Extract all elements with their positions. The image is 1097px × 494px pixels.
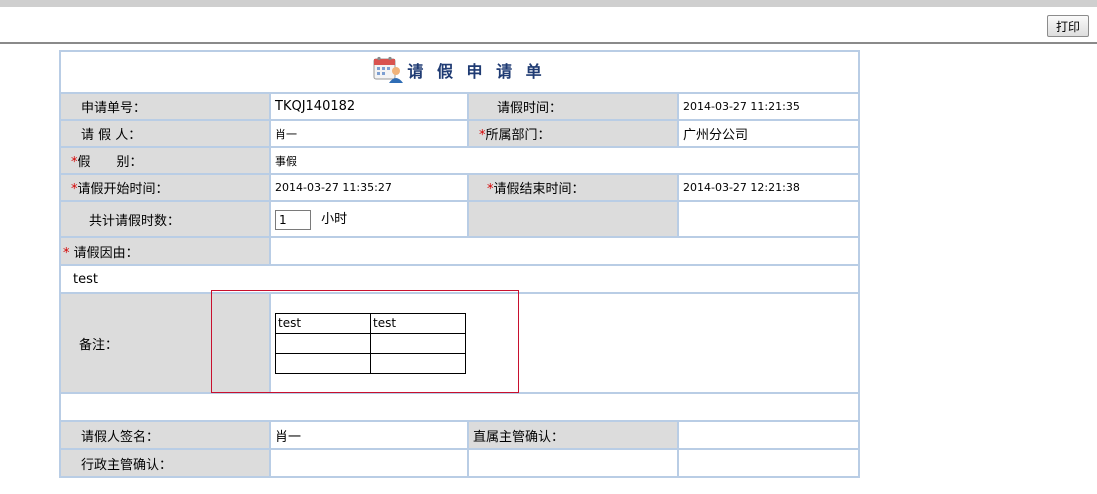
print-button[interactable]: 打印	[1047, 15, 1089, 37]
spacer-row	[58, 392, 861, 422]
table-cell[interactable]	[275, 332, 371, 354]
total-hours-input[interactable]: 1	[275, 209, 311, 230]
leave-type-value: 事假	[268, 146, 861, 175]
remarks-table: test test	[275, 312, 466, 374]
leave-time-value: 2014-03-27 11:21:35	[676, 92, 861, 121]
blank-cell	[467, 448, 679, 478]
table-row	[275, 332, 466, 354]
reason-label: 请假因由：	[69, 245, 139, 261]
department-label-cell: *所属部门：	[467, 119, 679, 148]
department-label: 所属部门：	[485, 128, 551, 143]
admin-confirm-value	[269, 448, 469, 478]
supervisor-confirm-value	[676, 420, 861, 450]
table-cell[interactable]	[275, 352, 371, 374]
application-no-label: 申请单号：	[59, 92, 271, 121]
application-no-value: TKQJ140182	[269, 92, 469, 121]
applicant-signature-label: 请假人签名：	[59, 420, 271, 450]
table-cell[interactable]: test	[370, 312, 466, 334]
table-cell[interactable]	[370, 332, 466, 354]
reason-value: test	[58, 264, 861, 294]
total-hours-label: 共计请假时数：	[59, 200, 271, 238]
table-row	[275, 352, 466, 374]
hours-unit: 小时	[321, 212, 348, 228]
start-time-label: 请假开始时间：	[77, 182, 169, 197]
department-value: 广州分公司	[676, 119, 861, 148]
total-hours-cell: 1 小时	[269, 200, 469, 238]
leave-time-label: 请假时间：	[467, 92, 679, 121]
end-time-label-cell: *请假结束时间：	[467, 173, 679, 202]
start-time-value: 2014-03-27 11:35:27	[269, 173, 469, 202]
reason-label-cell: * 请假因由：	[59, 236, 271, 266]
end-time-value: 2014-03-27 12:21:38	[676, 173, 861, 202]
applicant-value: 肖一	[269, 119, 469, 148]
form-title: 请 假 申 请 单	[407, 62, 546, 81]
applicant-label: 请 假 人：	[59, 119, 271, 148]
table-row: test test	[275, 312, 466, 334]
blank-cell	[676, 448, 861, 478]
table-cell[interactable]: test	[275, 312, 371, 334]
top-toolbar: 打印	[0, 0, 1097, 44]
remarks-cell: test test	[268, 292, 861, 394]
start-time-label-cell: *请假开始时间：	[59, 173, 271, 202]
table-cell[interactable]	[370, 352, 466, 374]
empty-value-cell	[676, 200, 861, 238]
remarks-label: 备注：	[59, 292, 271, 394]
reason-header-blank	[268, 236, 861, 266]
admin-confirm-label: 行政主管确认：	[59, 448, 271, 478]
empty-label-cell	[467, 200, 679, 238]
end-time-label: 请假结束时间：	[493, 182, 585, 197]
leave-type-label: 假 别：	[77, 155, 143, 170]
leave-application-form: 请 假 申 请 单 申请单号： TKQJ140182 请假时间： 2014-03…	[58, 50, 861, 478]
supervisor-confirm-label: 直属主管确认：	[467, 420, 679, 450]
applicant-signature-value: 肖一	[269, 420, 469, 450]
leave-type-label-cell: *假 别：	[59, 146, 271, 175]
calendar-person-icon	[373, 56, 404, 83]
form-title-row: 请 假 申 请 单	[58, 50, 861, 94]
